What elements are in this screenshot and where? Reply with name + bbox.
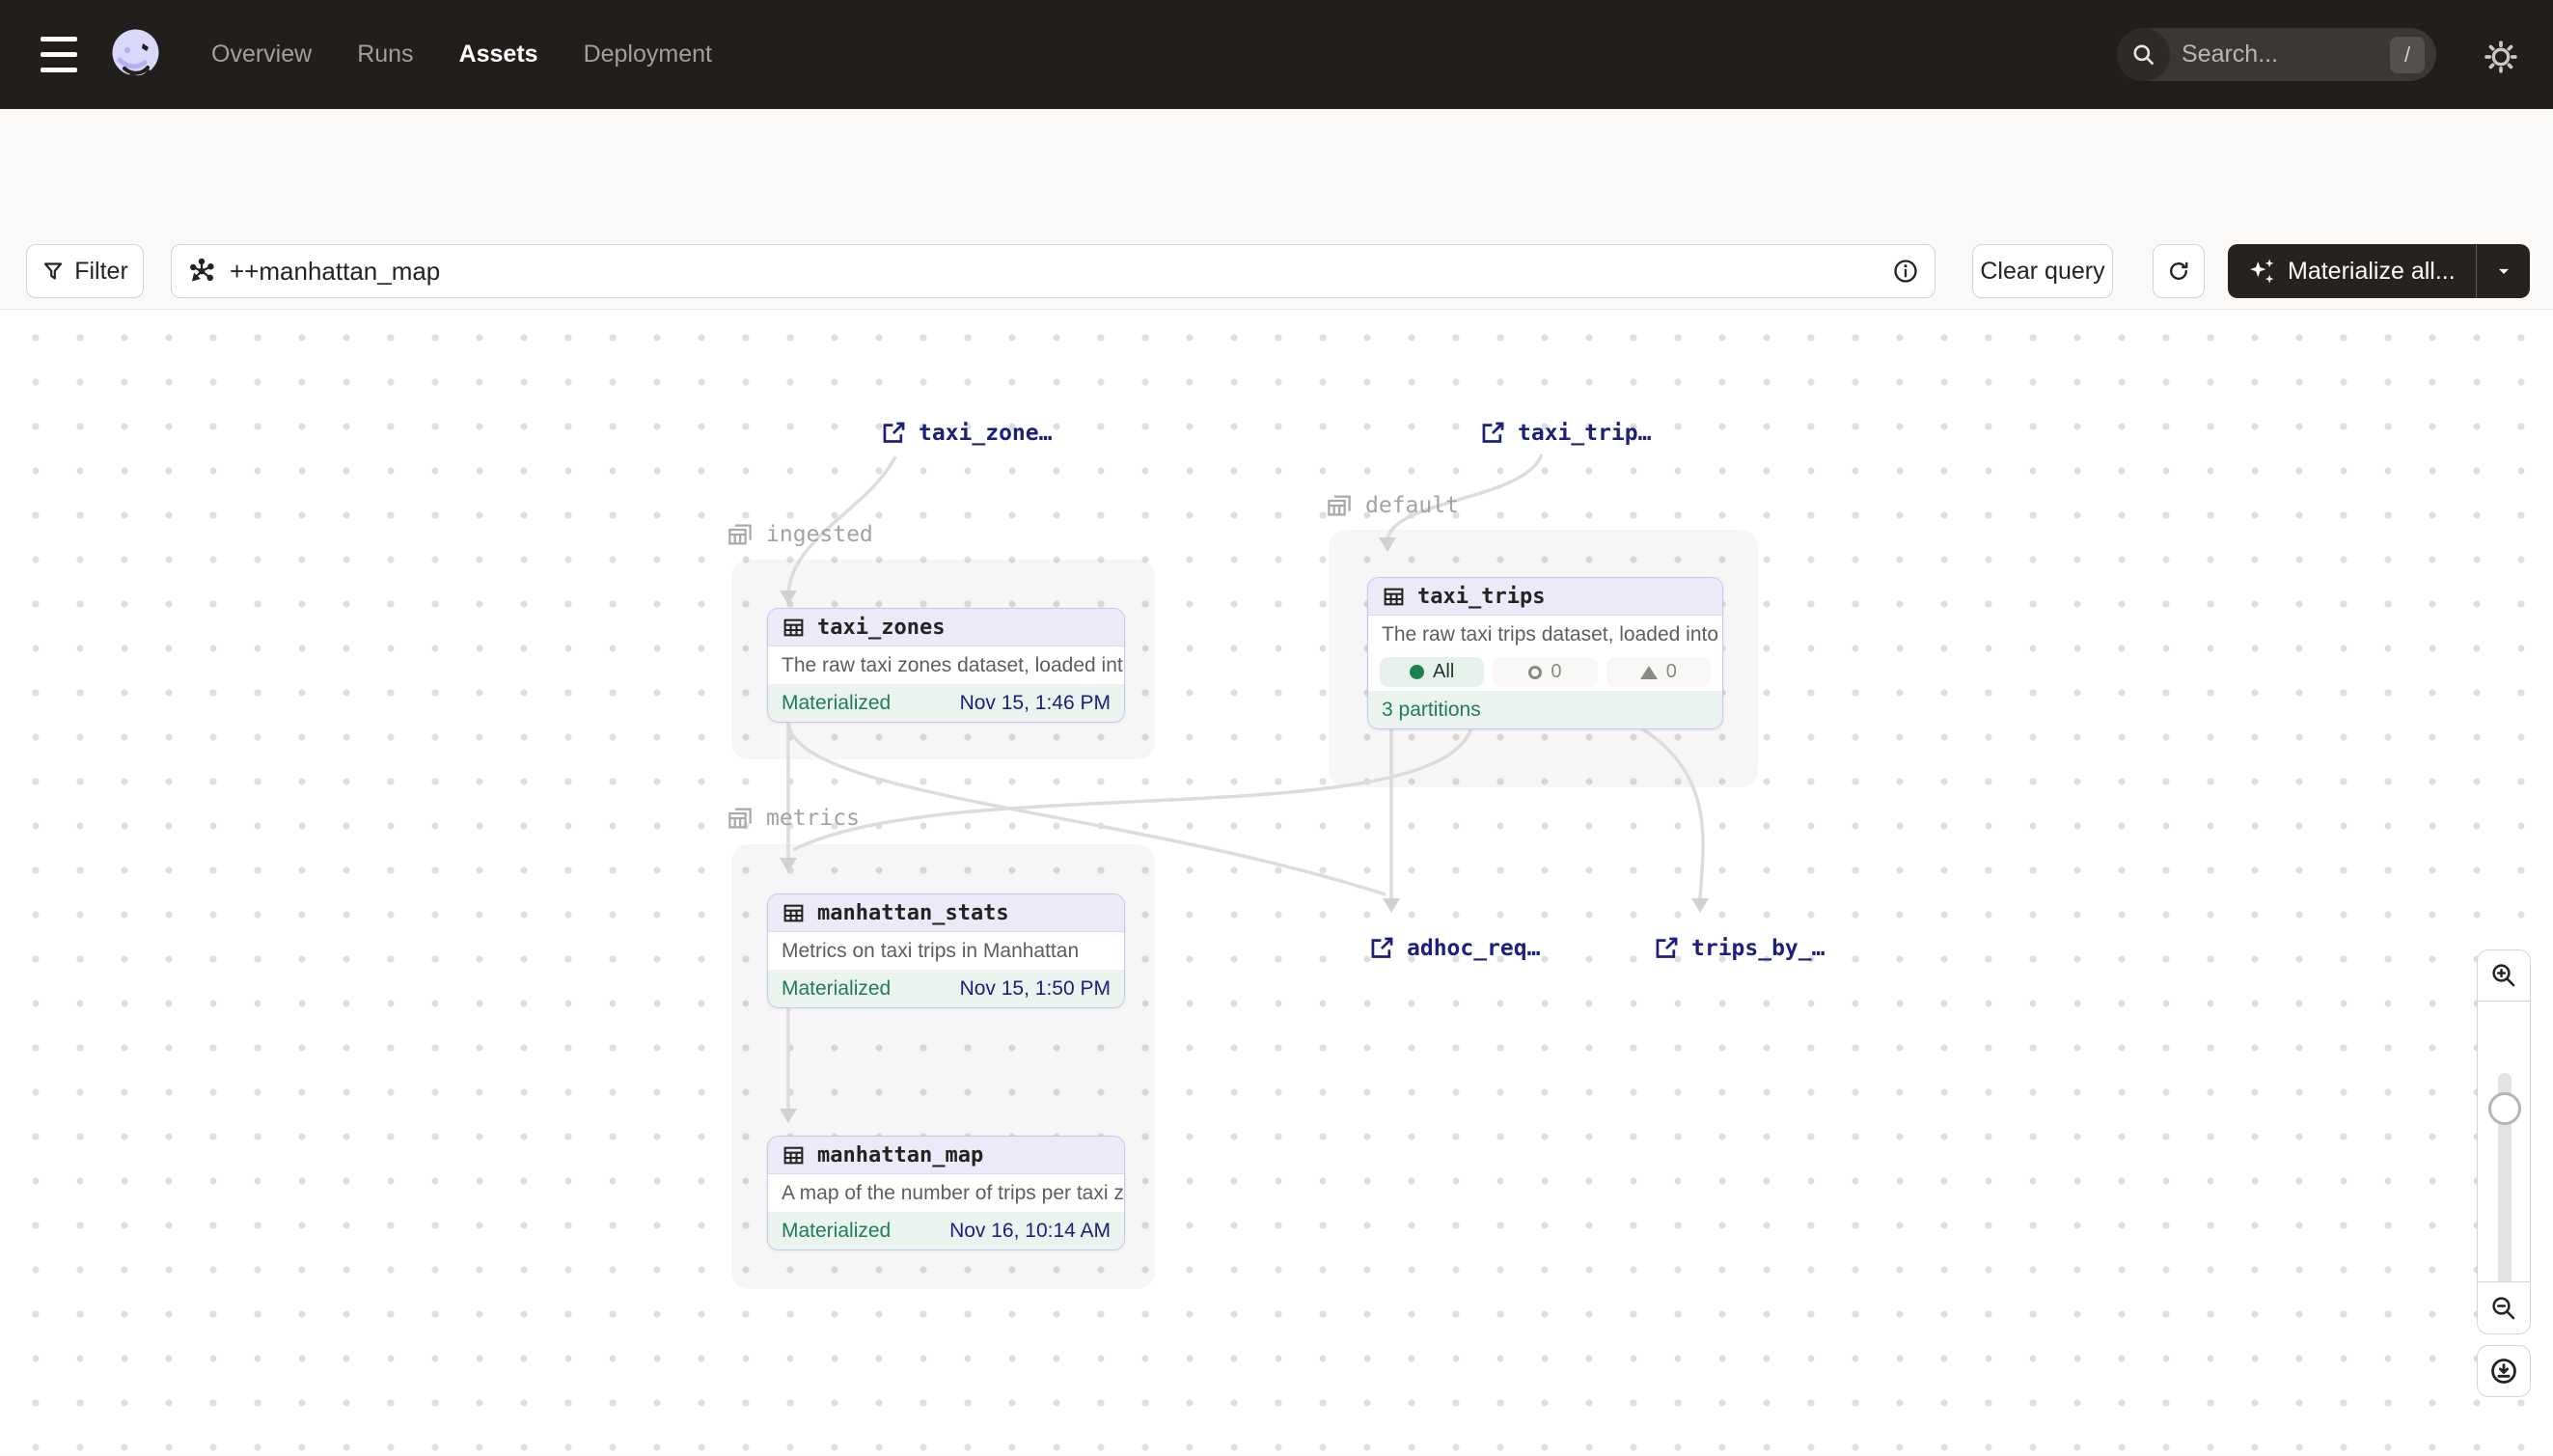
clear-query-button[interactable]: Clear query — [1972, 244, 2113, 298]
lineage-canvas[interactable]: ingested default metrics taxi_zone… taxi… — [0, 309, 2553, 1455]
settings-gear-icon[interactable] — [2482, 38, 2520, 76]
filter-button[interactable]: Filter — [26, 244, 144, 298]
nav-deployment[interactable]: Deployment — [584, 41, 712, 69]
external-asset-adhoc-req[interactable]: adhoc_req… — [1369, 935, 1540, 961]
zoom-in-icon — [2489, 961, 2518, 990]
lineage-edges — [0, 310, 2553, 1456]
group-label-ingested: ingested — [726, 520, 873, 549]
external-asset-trips-by[interactable]: trips_by_… — [1654, 935, 1825, 961]
refresh-icon — [2166, 259, 2191, 284]
materialization-timestamp[interactable]: Nov 15, 1:50 PM — [960, 977, 1111, 1001]
success-dot-icon — [1410, 665, 1424, 679]
search-icon — [2117, 28, 2170, 81]
info-icon[interactable] — [1892, 258, 1919, 285]
group-table-icon — [726, 520, 755, 549]
external-link-icon — [881, 420, 907, 446]
group-table-icon — [1325, 491, 1354, 520]
funnel-icon — [41, 260, 65, 283]
zoom-out-icon — [2489, 1294, 2518, 1323]
asset-footer: Materialized Nov 15, 1:50 PM — [768, 970, 1124, 1007]
asset-footer: Materialized Nov 15, 1:46 PM — [768, 684, 1124, 722]
download-icon — [2488, 1356, 2519, 1387]
triangle-icon — [1640, 666, 1658, 679]
search-input[interactable] — [2170, 41, 2390, 69]
refresh-button[interactable] — [2153, 244, 2205, 298]
ring-icon — [1528, 666, 1542, 679]
external-asset-taxi-zone[interactable]: taxi_zone… — [881, 420, 1052, 446]
partition-failed-pill[interactable]: 0 — [1493, 657, 1597, 687]
group-label-default: default — [1325, 491, 1459, 520]
external-asset-taxi-trip[interactable]: taxi_trip… — [1480, 420, 1651, 446]
asset-description: A map of the number of trips per taxi z.… — [768, 1174, 1124, 1212]
dagster-logo[interactable] — [108, 27, 163, 82]
dagster-octopus-icon — [108, 27, 163, 82]
graph-query-icon — [187, 257, 216, 286]
materialization-timestamp[interactable]: Nov 15, 1:46 PM — [960, 692, 1111, 715]
asset-selection-input[interactable] — [171, 244, 1935, 298]
asset-node-manhattan-map[interactable]: manhattan_map A map of the number of tri… — [767, 1136, 1125, 1250]
materialize-all-button[interactable]: Materialize all... — [2228, 244, 2530, 298]
sparkle-icon — [2247, 257, 2276, 286]
group-table-icon — [726, 804, 755, 833]
asset-query-value[interactable] — [230, 257, 1879, 287]
asset-description: The raw taxi trips dataset, loaded into … — [1368, 616, 1722, 653]
partition-missing-pill[interactable]: 0 — [1606, 657, 1711, 687]
topbar: Overview Runs Assets Deployment / — [0, 0, 2553, 109]
group-label-metrics: metrics — [726, 804, 860, 833]
asset-node-header: taxi_trips — [1368, 578, 1722, 616]
asset-node-header: manhattan_map — [768, 1137, 1124, 1174]
asset-node-taxi-trips[interactable]: taxi_trips The raw taxi trips dataset, l… — [1367, 577, 1723, 729]
zoom-in-button[interactable] — [2477, 949, 2531, 1002]
materialize-all-main[interactable]: Materialize all... — [2228, 257, 2476, 286]
nav-overview[interactable]: Overview — [211, 41, 312, 69]
table-icon — [782, 1143, 806, 1168]
external-link-icon — [1480, 420, 1506, 446]
partition-all-pill[interactable]: All — [1380, 657, 1484, 687]
global-search[interactable]: / — [2117, 28, 2436, 81]
status-badge: Materialized — [782, 1220, 891, 1243]
partition-count[interactable]: 3 partitions — [1382, 699, 1481, 722]
table-icon — [1382, 585, 1406, 609]
download-image-button[interactable] — [2477, 1345, 2531, 1397]
status-badge: Materialized — [782, 977, 891, 1001]
zoom-slider[interactable] — [2477, 1002, 2531, 1281]
status-badge: Materialized — [782, 692, 891, 715]
nav-assets[interactable]: Assets — [459, 41, 538, 69]
page-header: Global Asset Lineage Reload definitions — [0, 109, 2553, 244]
partition-health-row: All 0 0 — [1368, 653, 1722, 691]
zoom-out-button[interactable] — [2477, 1281, 2531, 1334]
chevron-down-icon — [2494, 261, 2513, 281]
materialization-timestamp[interactable]: Nov 16, 10:14 AM — [949, 1220, 1111, 1243]
menu-hamburger-icon[interactable] — [41, 37, 77, 72]
asset-node-header: manhattan_stats — [768, 894, 1124, 932]
external-link-icon — [1654, 935, 1680, 961]
top-nav: Overview Runs Assets Deployment — [211, 0, 712, 109]
asset-node-manhattan-stats[interactable]: manhattan_stats Metrics on taxi trips in… — [767, 893, 1125, 1008]
zoom-controls — [2477, 949, 2531, 1334]
asset-description: Metrics on taxi trips in Manhattan — [768, 932, 1124, 970]
asset-footer: 3 partitions — [1368, 691, 1722, 728]
search-shortcut-badge: / — [2390, 37, 2425, 73]
asset-footer: Materialized Nov 16, 10:14 AM — [768, 1212, 1124, 1250]
table-icon — [782, 616, 806, 640]
nav-runs[interactable]: Runs — [357, 41, 413, 69]
table-icon — [782, 901, 806, 925]
asset-node-header: taxi_zones — [768, 609, 1124, 646]
external-link-icon — [1369, 935, 1395, 961]
lineage-toolbar: Filter Clear query Materia — [0, 244, 2553, 309]
asset-description: The raw taxi zones dataset, loaded int..… — [768, 646, 1124, 684]
asset-node-taxi-zones[interactable]: taxi_zones The raw taxi zones dataset, l… — [767, 608, 1125, 723]
zoom-slider-handle[interactable] — [2488, 1092, 2521, 1125]
materialize-options-caret[interactable] — [2476, 244, 2530, 298]
